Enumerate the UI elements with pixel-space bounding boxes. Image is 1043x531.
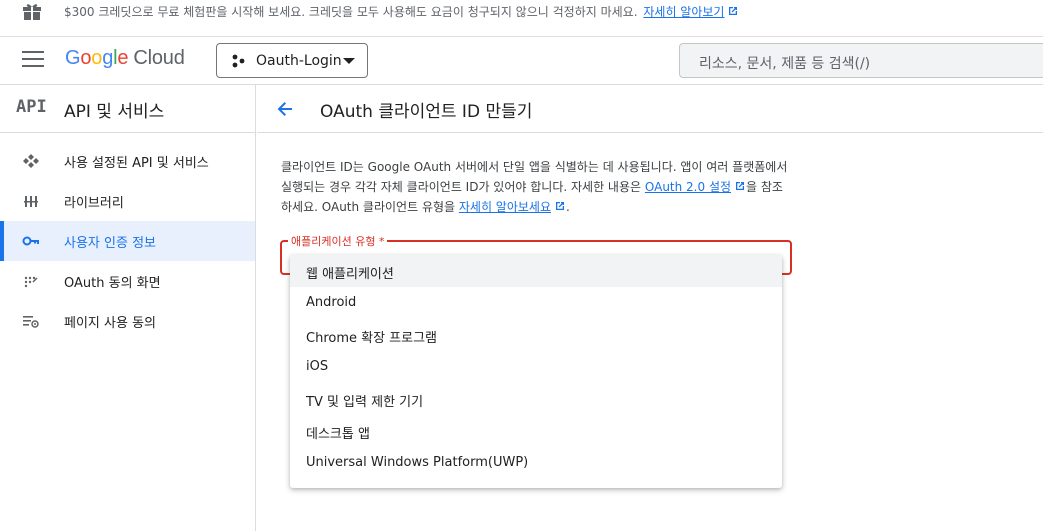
sidebar-item-credentials[interactable]: 사용자 인증 정보 bbox=[0, 221, 255, 261]
sidebar-item-oauth-consent[interactable]: OAuth 동의 화면 bbox=[0, 261, 255, 301]
option-android[interactable]: Android bbox=[290, 287, 782, 319]
option-tv-limited-input[interactable]: TV 및 입력 제한 기기 bbox=[290, 383, 782, 415]
promo-message: $300 크레딧으로 무료 체험판을 시작해 보세요. 크레딧을 모두 사용해도… bbox=[64, 5, 638, 19]
consent-dots-icon bbox=[24, 276, 38, 288]
sidebar-item-label: 사용자 인증 정보 bbox=[64, 236, 156, 251]
main-menu-icon[interactable] bbox=[22, 51, 44, 69]
option-chrome-extension[interactable]: Chrome 확장 프로그램 bbox=[290, 319, 782, 351]
sidebar-nav: 사용 설정된 API 및 서비스 라이브러리 사용자 인증 정보 OAuth 동… bbox=[0, 141, 255, 341]
top-header: Google Cloud Oauth-Login 리소스, 문서, 제품 등 검색… bbox=[0, 37, 1043, 85]
option-label: 데스크톱 앱 bbox=[306, 427, 370, 442]
project-icon bbox=[232, 54, 245, 68]
chevron-down-icon bbox=[343, 58, 355, 64]
external-link-icon bbox=[729, 7, 738, 15]
sidebar-item-library[interactable]: 라이브러리 bbox=[0, 181, 255, 221]
option-desktop-app[interactable]: 데스크톱 앱 bbox=[290, 415, 782, 447]
sidebar-item-enabled-apis[interactable]: 사용 설정된 API 및 서비스 bbox=[0, 141, 255, 181]
project-selector[interactable]: Oauth-Login bbox=[216, 43, 368, 78]
link-label: 자세히 알아보세요 bbox=[458, 200, 552, 214]
external-link-icon bbox=[736, 182, 745, 190]
option-uwp[interactable]: Universal Windows Platform(UWP) bbox=[290, 447, 782, 479]
application-type-dropdown: 웹 애플리케이션 Android Chrome 확장 프로그램 iOS TV 및… bbox=[290, 255, 782, 488]
option-label: Chrome 확장 프로그램 bbox=[306, 331, 438, 346]
promo-text: $300 크레딧으로 무료 체험판을 시작해 보세요. 크레딧을 모두 사용해도… bbox=[64, 3, 739, 20]
logo-letter: G bbox=[65, 47, 81, 69]
desc-text: . bbox=[566, 200, 570, 214]
google-cloud-logo[interactable]: Google Cloud bbox=[65, 47, 185, 70]
external-link-icon bbox=[556, 202, 565, 210]
logo-letter: o bbox=[91, 47, 103, 69]
settings-list-icon bbox=[23, 316, 39, 328]
search-input[interactable]: 리소스, 문서, 제품 등 검색(/) bbox=[679, 43, 1043, 78]
sidebar-item-label: 사용 설정된 API 및 서비스 bbox=[64, 156, 209, 171]
api-hub-icon bbox=[23, 154, 39, 168]
logo-letter: e bbox=[117, 47, 129, 69]
api-badge-icon: API bbox=[16, 97, 47, 117]
logo-letter: g bbox=[102, 47, 114, 69]
key-icon bbox=[22, 236, 39, 246]
sidebar-item-label: 페이지 사용 동의 bbox=[64, 316, 156, 331]
promo-link-label: 자세히 알아보기 bbox=[643, 5, 725, 19]
promo-bar: $300 크레딧으로 무료 체험판을 시작해 보세요. 크레딧을 모두 사용해도… bbox=[0, 0, 1043, 37]
sidebar-item-label: OAuth 동의 화면 bbox=[64, 276, 161, 291]
promo-learn-more-link[interactable]: 자세히 알아보기 bbox=[643, 5, 739, 19]
option-label: TV 및 입력 제한 기기 bbox=[306, 395, 424, 410]
sidebar: API API 및 서비스 사용 설정된 API 및 서비스 라이브러리 사용자… bbox=[0, 85, 256, 531]
sidebar-title: API 및 서비스 bbox=[64, 102, 165, 122]
gift-icon bbox=[23, 4, 41, 20]
project-name: Oauth-Login bbox=[256, 53, 342, 69]
option-label: Android bbox=[306, 295, 357, 310]
application-type-label: 애플리케이션 유형 * bbox=[288, 233, 388, 249]
option-label: Universal Windows Platform(UWP) bbox=[306, 455, 529, 470]
library-icon bbox=[24, 196, 38, 207]
search-placeholder: 리소스, 문서, 제품 등 검색(/) bbox=[699, 56, 871, 72]
sidebar-item-page-usage-agreements[interactable]: 페이지 사용 동의 bbox=[0, 301, 255, 341]
option-label: 웹 애플리케이션 bbox=[306, 267, 394, 282]
page-header: OAuth 클라이언트 ID 만들기 bbox=[257, 85, 1043, 133]
client-id-description: 클라이언트 ID는 Google OAuth 서버에서 단일 앱을 식별하는 데… bbox=[281, 157, 791, 217]
sidebar-header: API API 및 서비스 bbox=[0, 85, 255, 133]
page-title: OAuth 클라이언트 ID 만들기 bbox=[320, 102, 533, 122]
option-web-application[interactable]: 웹 애플리케이션 bbox=[290, 255, 782, 287]
option-ios[interactable]: iOS bbox=[290, 351, 782, 383]
logo-cloud-text: Cloud bbox=[133, 47, 185, 69]
sidebar-item-label: 라이브러리 bbox=[64, 196, 124, 211]
oauth-setup-link[interactable]: OAuth 2.0 설정 bbox=[645, 180, 746, 194]
client-types-learn-more-link[interactable]: 자세히 알아보세요 bbox=[459, 200, 566, 214]
link-label: OAuth 2.0 설정 bbox=[644, 180, 732, 194]
option-label: iOS bbox=[306, 359, 329, 374]
logo-letter: o bbox=[80, 47, 92, 69]
back-arrow-icon[interactable] bbox=[275, 99, 295, 119]
